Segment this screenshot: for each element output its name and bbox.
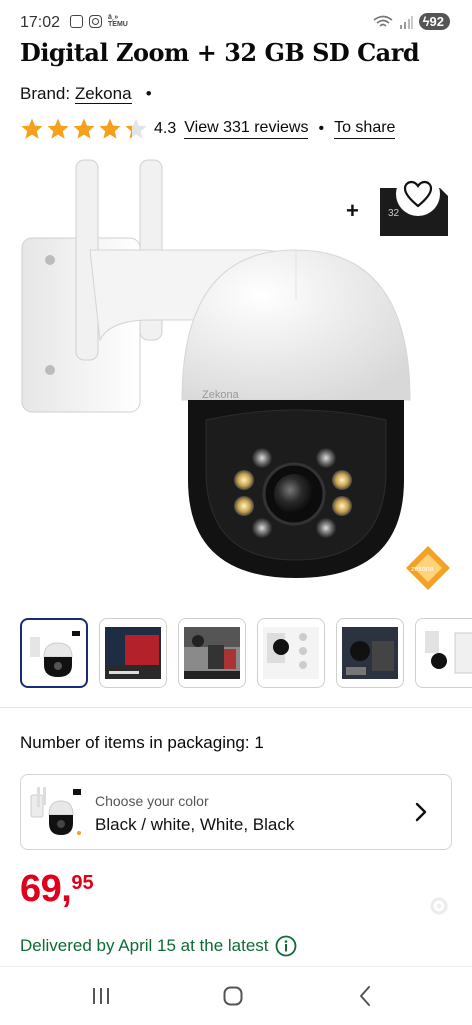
thumbnail-image — [421, 627, 472, 679]
status-bar: 17:02 ä¸» TEMU ϟ92 — [0, 0, 472, 40]
home-icon[interactable] — [223, 986, 243, 1006]
thumbnail-6[interactable] — [415, 618, 472, 688]
wifi-icon — [373, 15, 393, 27]
recent-apps-icon[interactable] — [91, 987, 111, 1005]
packaging-value: 1 — [254, 733, 264, 752]
color-selector-value: Black / white, White, Black — [95, 815, 295, 834]
thumbnail-2[interactable] — [99, 618, 167, 688]
heart-icon — [403, 180, 433, 208]
system-navigation-bar — [0, 966, 472, 1025]
product-title: Digital Zoom + 32 GB SD Card — [20, 38, 420, 67]
battery-indicator: ϟ92 — [418, 13, 450, 30]
screenshot-icon — [70, 14, 83, 28]
instagram-icon — [89, 14, 102, 28]
rating-value: 4.3 — [154, 120, 177, 137]
section-divider — [0, 707, 472, 708]
color-thumbnail-image — [30, 787, 81, 835]
hero-plus-sign: + — [346, 198, 359, 223]
info-icon[interactable] — [275, 935, 297, 957]
thumbnail-image — [263, 627, 319, 679]
thumbnail-image — [26, 627, 82, 679]
product-hero-image[interactable]: Zekona + 32 zekona — [0, 150, 472, 605]
price-cents: 95 — [71, 872, 94, 894]
gear-icon — [430, 897, 448, 915]
price-main: 69, — [20, 868, 72, 910]
star-rating — [20, 117, 150, 141]
star-icon — [21, 118, 43, 139]
sd-card-text: 32 — [388, 208, 400, 219]
camera-brand-text: Zekona — [202, 389, 240, 401]
back-icon[interactable] — [358, 985, 372, 1007]
brand-label: Brand: — [20, 84, 71, 103]
reviews-link[interactable]: View 331 reviews — [184, 119, 309, 139]
thumbnail-4[interactable] — [257, 618, 325, 688]
favorite-button[interactable] — [396, 172, 440, 216]
thumbnail-3[interactable] — [178, 618, 246, 688]
signal-icon — [399, 15, 413, 29]
star-icon — [125, 118, 147, 139]
thumbnail-image — [342, 627, 398, 679]
thumbnail-image — [105, 627, 161, 679]
rating-separator: • — [318, 120, 325, 137]
star-icon — [99, 118, 121, 139]
clock: 17:02 — [20, 14, 61, 31]
rating-row: 4.3 View 331 reviews • To share — [20, 117, 396, 141]
star-icon — [73, 118, 95, 139]
brand-separator: • — [136, 84, 152, 103]
delivery-text: Delivered by April 15 at the latest — [20, 936, 269, 955]
thumbnail-strip — [20, 618, 472, 688]
packaging-label: Number of items in packaging: — [20, 733, 250, 752]
color-selector[interactable]: Choose your color Black / white, White, … — [20, 774, 452, 850]
brand-link[interactable]: Zekona — [74, 84, 132, 104]
share-link[interactable]: To share — [334, 119, 396, 139]
thumbnail-1[interactable] — [20, 618, 88, 688]
price: 69,95 — [20, 868, 94, 911]
color-selector-label: Choose your color — [95, 793, 209, 809]
brand-row: Brand: Zekona • — [20, 84, 152, 104]
thumbnail-5[interactable] — [336, 618, 404, 688]
thumbnail-image — [184, 627, 240, 679]
notification-icons: ä¸» TEMU — [70, 14, 128, 28]
temu-icon: ä¸» TEMU — [108, 14, 128, 28]
chevron-right-icon — [415, 802, 427, 822]
packaging-info: Number of items in packaging: 1 — [20, 733, 264, 753]
star-icon — [47, 118, 69, 139]
delivery-info: Delivered by April 15 at the latest — [20, 935, 297, 957]
status-right: ϟ92 — [373, 13, 450, 30]
badge-text: zekona — [411, 566, 434, 573]
